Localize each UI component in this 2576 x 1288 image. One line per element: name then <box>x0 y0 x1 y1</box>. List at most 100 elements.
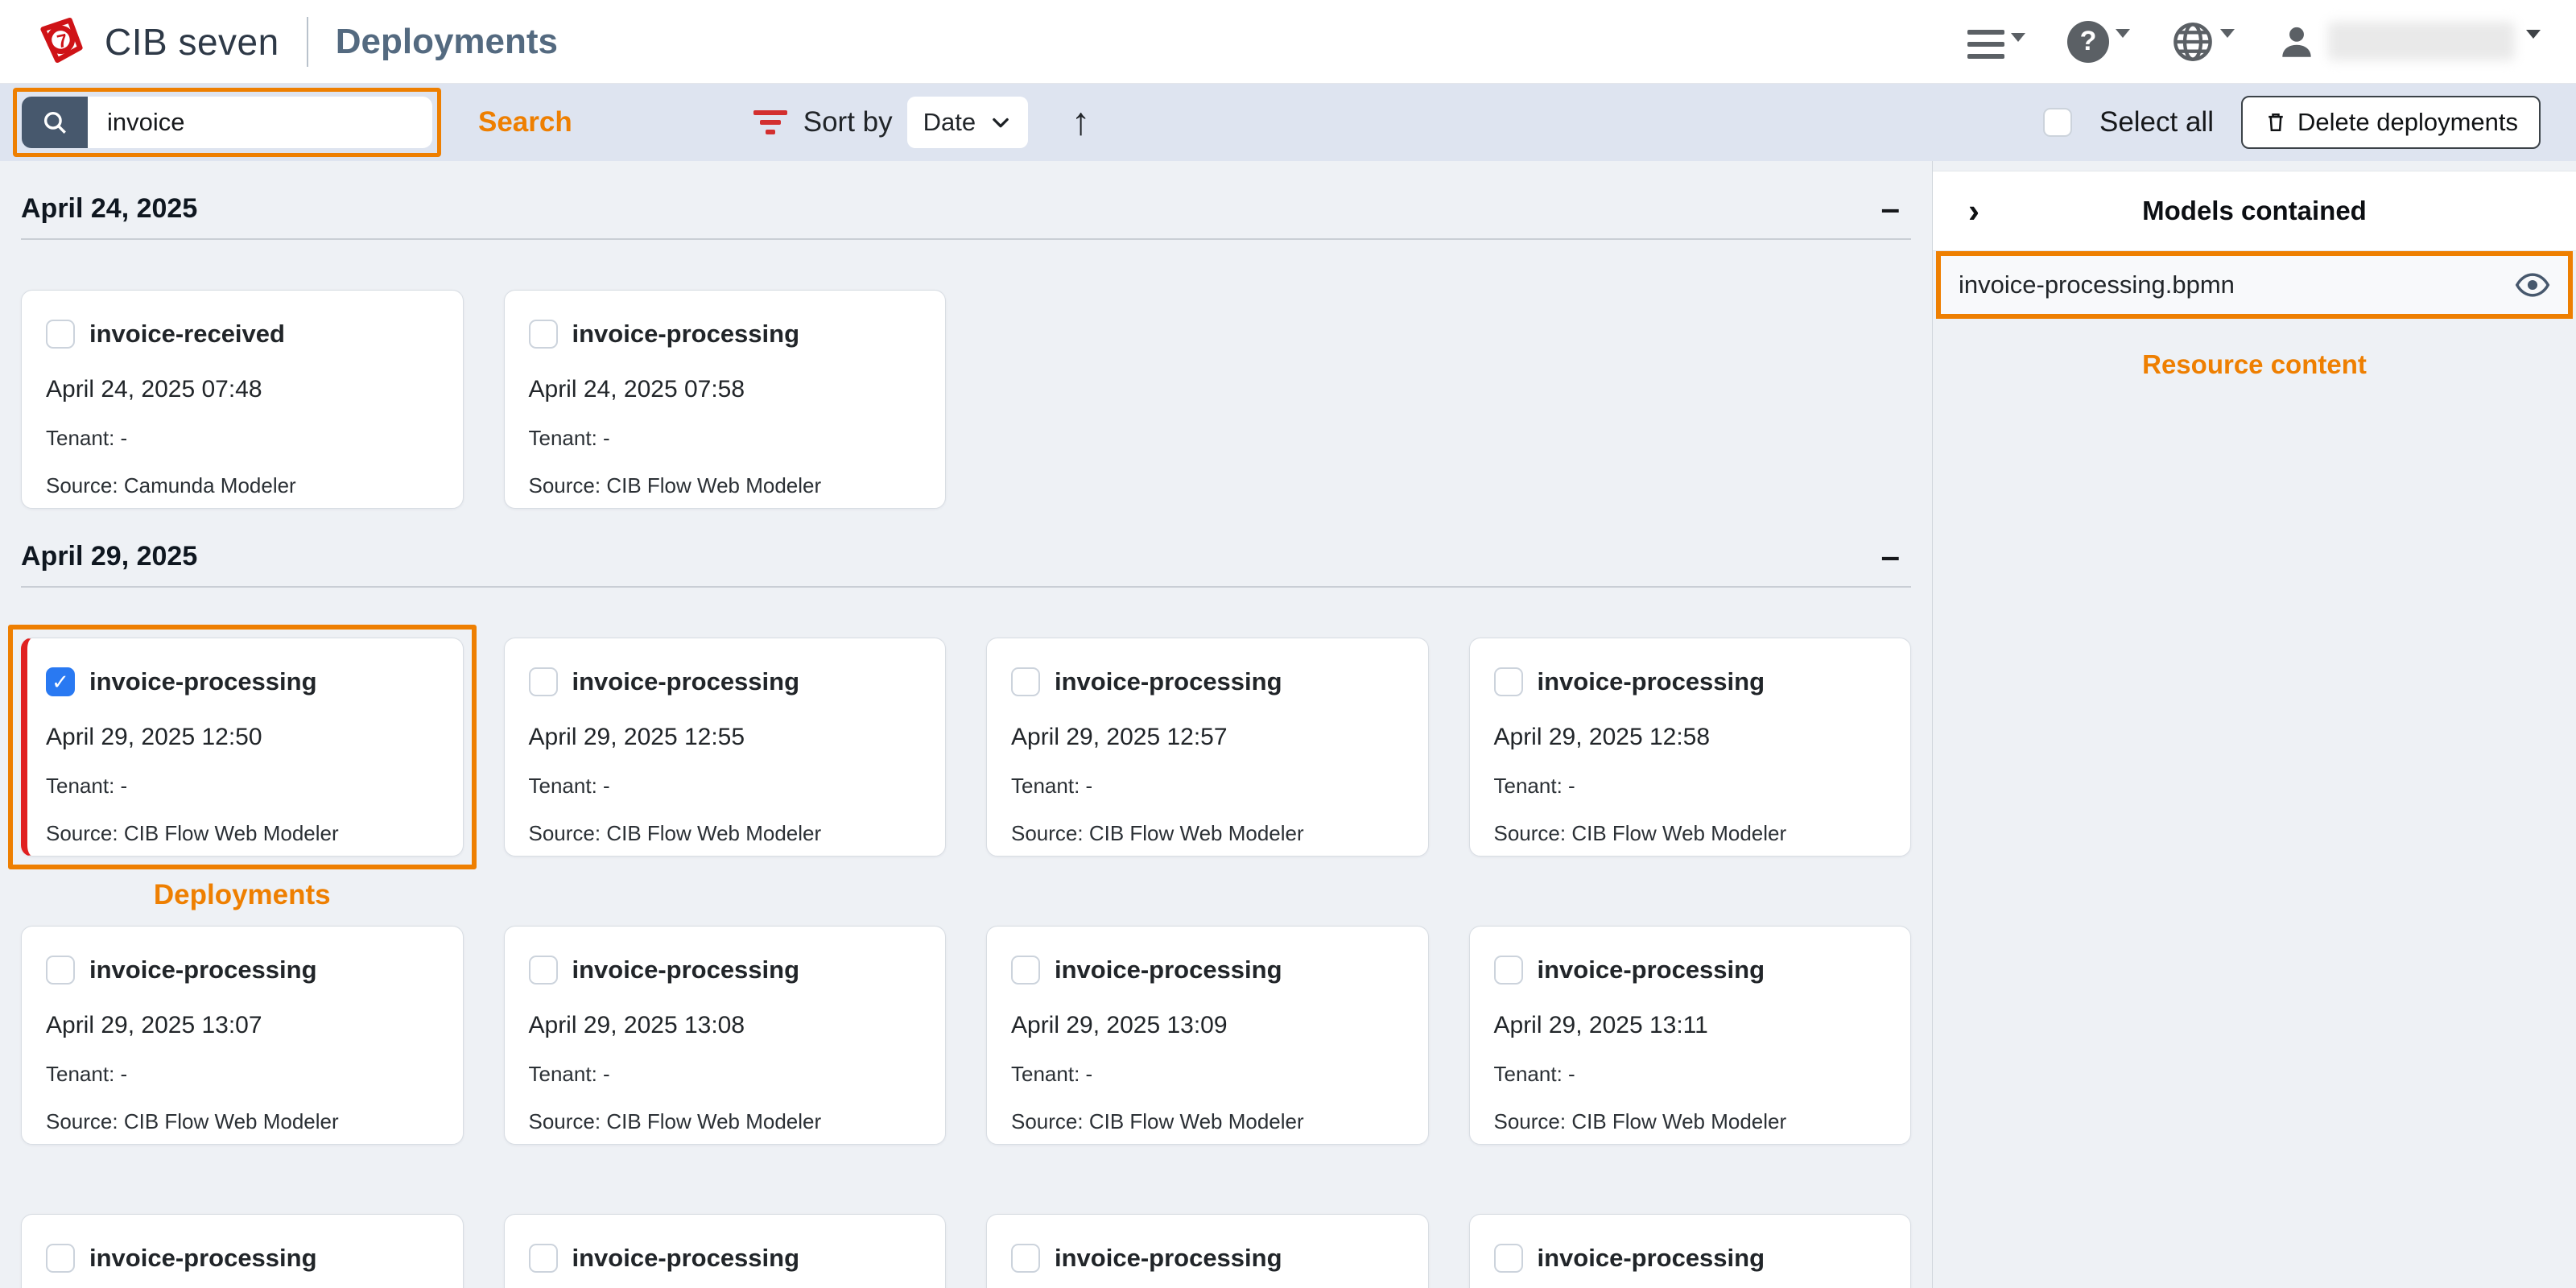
card-source: Source: CIB Flow Web Modeler <box>529 821 922 846</box>
delete-deployments-label: Delete deployments <box>2297 108 2518 137</box>
deployment-card[interactable]: invoice-processing April 29, 2025 12:58 … <box>1469 638 1912 857</box>
sort-field-value: Date <box>923 108 976 137</box>
chevron-down-icon <box>2116 29 2130 38</box>
deployment-group: April 29, 2025 – ✓ invoice-processing Ap… <box>21 509 1911 1288</box>
deployment-card[interactable]: invoice-processing April 24, 2025 07:58 … <box>504 290 947 509</box>
card-checkbox[interactable] <box>46 1244 75 1273</box>
deployment-card[interactable]: invoice-processing April 29, 2025 13:11 … <box>1469 926 1912 1145</box>
card-cell: invoice-processing April 29, 2025 13:11 … <box>1469 926 1912 1145</box>
card-cell: invoice-processing April 24, 2025 07:58 … <box>504 290 947 509</box>
search-icon <box>41 109 68 136</box>
select-all-checkbox[interactable] <box>2043 108 2072 137</box>
card-tenant: Tenant: - <box>1011 774 1404 799</box>
card-source: Source: CIB Flow Web Modeler <box>1494 821 1887 846</box>
card-cell: invoice-processing <box>21 1214 464 1288</box>
deployment-card[interactable]: invoice-received April 24, 2025 07:48 Te… <box>21 290 464 509</box>
deployment-card[interactable]: invoice-processing <box>1469 1214 1912 1288</box>
card-datetime: April 29, 2025 13:07 <box>46 1012 439 1039</box>
card-checkbox[interactable] <box>529 320 558 349</box>
page-title: Deployments <box>336 22 558 62</box>
card-datetime: April 24, 2025 07:48 <box>46 376 439 403</box>
sort-by-label: Sort by <box>803 106 893 138</box>
language-menu-button[interactable] <box>2172 21 2235 63</box>
collapse-group-button[interactable]: – <box>1870 192 1911 225</box>
card-checkbox[interactable] <box>1011 1244 1040 1273</box>
card-source: Source: CIB Flow Web Modeler <box>1011 1109 1404 1134</box>
toolbar: Search Sort by Date ↑ Select all Delete … <box>0 84 2576 161</box>
hamburger-icon <box>1967 25 2004 59</box>
card-cell: ✓ invoice-processing April 29, 2025 12:5… <box>21 638 464 857</box>
user-icon <box>2277 22 2317 62</box>
models-panel: › Models contained invoice-processing.bp… <box>1932 161 2576 1288</box>
user-menu-button[interactable] <box>2277 22 2541 62</box>
card-cell: invoice-received April 24, 2025 07:48 Te… <box>21 290 464 509</box>
card-title: invoice-processing <box>1055 1244 1282 1273</box>
collapse-group-button[interactable]: – <box>1870 539 1911 573</box>
card-title: invoice-processing <box>1538 1244 1765 1273</box>
card-tenant: Tenant: - <box>529 774 922 799</box>
eye-icon <box>2515 267 2550 303</box>
models-panel-title: Models contained <box>2142 196 2367 226</box>
card-datetime: April 29, 2025 13:08 <box>529 1012 922 1039</box>
globe-icon <box>2172 21 2214 63</box>
deployment-card[interactable]: invoice-processing <box>21 1214 464 1288</box>
card-cell: invoice-processing <box>986 1214 1429 1288</box>
card-checkbox[interactable] <box>46 320 75 349</box>
main-menu-button[interactable] <box>1967 25 2025 59</box>
card-source: Source: CIB Flow Web Modeler <box>46 821 439 846</box>
delete-deployments-button[interactable]: Delete deployments <box>2241 96 2541 149</box>
card-checkbox[interactable] <box>1494 956 1523 985</box>
card-checkbox[interactable] <box>1011 667 1040 696</box>
card-tenant: Tenant: - <box>1494 774 1887 799</box>
card-source: Source: CIB Flow Web Modeler <box>1011 821 1404 846</box>
card-checkbox[interactable] <box>529 1244 558 1273</box>
search-input[interactable] <box>88 97 432 148</box>
card-title: invoice-processing <box>1538 956 1765 985</box>
card-title: invoice-received <box>89 320 285 349</box>
deployment-card[interactable]: ✓ invoice-processing April 29, 2025 12:5… <box>21 638 464 857</box>
card-checkbox[interactable] <box>46 956 75 985</box>
card-cell: invoice-processing April 29, 2025 12:58 … <box>1469 638 1912 857</box>
top-header: 7 CIB seven Deployments ? <box>0 0 2576 84</box>
card-cell: invoice-processing April 29, 2025 12:55 … <box>504 638 947 857</box>
card-cell: invoice-processing <box>504 1214 947 1288</box>
help-menu-button[interactable]: ? <box>2067 21 2130 63</box>
card-checkbox[interactable] <box>529 667 558 696</box>
select-all-label: Select all <box>2099 106 2214 138</box>
deployments-annotation-label: Deployments <box>21 879 464 911</box>
card-title: invoice-processing <box>1055 956 1282 985</box>
deployment-card[interactable]: invoice-processing April 29, 2025 13:07 … <box>21 926 464 1145</box>
divider <box>21 586 1911 588</box>
model-item[interactable]: invoice-processing.bpmn <box>1936 251 2573 319</box>
card-checkbox[interactable] <box>1011 956 1040 985</box>
brand-name: CIB seven <box>105 20 279 64</box>
deployment-card[interactable]: invoice-processing <box>986 1214 1429 1288</box>
sort-direction-button[interactable]: ↑ <box>1071 103 1091 142</box>
divider <box>21 238 1911 240</box>
help-icon: ? <box>2067 21 2109 63</box>
card-cell: invoice-processing April 29, 2025 13:08 … <box>504 926 947 1145</box>
deployment-card[interactable]: invoice-processing April 29, 2025 13:09 … <box>986 926 1429 1145</box>
search-bar <box>22 97 432 148</box>
card-title: invoice-processing <box>572 1244 800 1273</box>
card-checkbox[interactable] <box>1494 1244 1523 1273</box>
card-tenant: Tenant: - <box>46 774 439 799</box>
card-checkbox[interactable] <box>529 956 558 985</box>
card-source: Source: CIB Flow Web Modeler <box>46 1109 439 1134</box>
card-title: invoice-processing <box>572 667 800 696</box>
card-checkbox[interactable] <box>1494 667 1523 696</box>
preview-model-button[interactable] <box>2515 267 2550 303</box>
card-checkbox[interactable]: ✓ <box>46 667 75 696</box>
collapse-panel-chevron-icon[interactable]: › <box>1968 194 1979 228</box>
divider <box>307 17 308 67</box>
search-button[interactable] <box>22 97 88 148</box>
deployment-card[interactable]: invoice-processing April 29, 2025 12:55 … <box>504 638 947 857</box>
cib-seven-logo-icon: 7 <box>35 16 87 68</box>
sort-field-select[interactable]: Date <box>907 97 1028 148</box>
card-cell: invoice-processing April 29, 2025 13:09 … <box>986 926 1429 1145</box>
deployment-card[interactable]: invoice-processing April 29, 2025 12:57 … <box>986 638 1429 857</box>
deployment-group: April 24, 2025 – invoice-received April … <box>21 161 1911 509</box>
card-title: invoice-processing <box>89 1244 317 1273</box>
deployment-card[interactable]: invoice-processing <box>504 1214 947 1288</box>
deployment-card[interactable]: invoice-processing April 29, 2025 13:08 … <box>504 926 947 1145</box>
